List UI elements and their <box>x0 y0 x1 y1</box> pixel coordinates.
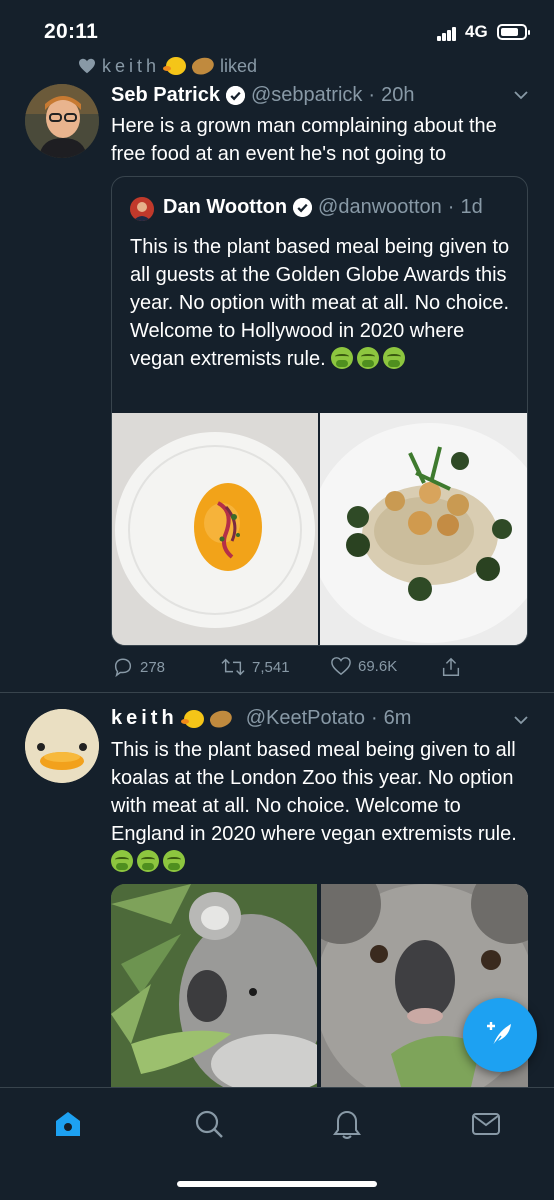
avatar[interactable] <box>25 84 99 158</box>
home-icon <box>56 1112 80 1136</box>
media-image-soup[interactable] <box>112 413 318 645</box>
nauseated-face-emoji-icon <box>331 347 354 369</box>
timestamp[interactable]: 20h <box>381 84 414 107</box>
tab-search[interactable] <box>189 1106 229 1142</box>
share-button[interactable] <box>440 656 462 678</box>
media-image-koala-eating[interactable] <box>111 884 317 1087</box>
timestamp[interactable]: 6m <box>384 707 412 730</box>
verified-badge-icon <box>293 198 313 217</box>
nauseated-face-emoji-icon <box>383 347 406 369</box>
handle[interactable]: @sebpatrick <box>251 84 362 107</box>
like-button[interactable]: 69.6K <box>330 656 397 676</box>
tweet-text-content: This is the plant based meal being given… <box>111 739 517 845</box>
notifications-icon <box>333 1110 361 1139</box>
quoted-tweet[interactable]: Dan Wootton @danwootton · 1d This is the… <box>111 176 528 646</box>
reply-button[interactable]: 278 <box>112 656 165 678</box>
tab-messages[interactable] <box>466 1106 506 1142</box>
share-icon <box>442 657 460 676</box>
avatar-photo <box>25 84 99 158</box>
nauseated-face-emoji-icon <box>137 850 159 872</box>
quote-text: This is the plant based meal being given… <box>130 233 510 373</box>
search-icon <box>195 1110 223 1138</box>
handle[interactable]: @KeetPotato <box>246 707 365 730</box>
tweet-header: keith @KeetPotato · 6m <box>111 707 411 730</box>
separator-dot: · <box>368 84 376 106</box>
messages-icon <box>472 1113 500 1135</box>
heart-outline-icon <box>331 657 351 676</box>
like-count: 69.6K <box>358 657 398 675</box>
quote-avatar <box>130 197 154 221</box>
display-name[interactable]: Seb Patrick <box>111 84 220 107</box>
chevron-down-icon[interactable] <box>514 713 528 727</box>
verified-badge-icon <box>225 86 245 105</box>
reply-count: 278 <box>140 658 166 676</box>
quote-display-name: Dan Wootton <box>163 196 288 218</box>
nauseated-face-emoji-icon <box>111 850 133 872</box>
tweet-text: Here is a grown man complaining about th… <box>111 115 497 165</box>
nauseated-face-emoji-icon <box>163 850 185 872</box>
tweet-header: Seb Patrick @sebpatrick · 20h <box>111 84 414 107</box>
quote-text-content: This is the plant based meal being given… <box>130 236 510 370</box>
potato-emoji-icon <box>207 707 234 730</box>
media-image-risotto[interactable] <box>320 413 527 645</box>
quote-handle: @danwootton <box>318 196 442 218</box>
tweet-seb-patrick[interactable]: Seb Patrick @sebpatrick · 20h Here is a … <box>0 0 554 692</box>
retweet-button[interactable]: 7,541 <box>220 656 290 678</box>
home-indicator[interactable] <box>177 1181 377 1187</box>
display-name[interactable]: keith <box>111 707 178 730</box>
tab-notifications[interactable] <box>327 1106 367 1142</box>
duck-emoji-icon <box>180 709 204 728</box>
tweet-text: This is the plant based meal being given… <box>111 736 536 876</box>
avatar[interactable] <box>25 709 99 783</box>
separator-dot: · <box>447 196 455 218</box>
separator-dot: · <box>370 707 378 729</box>
compose-tweet-button[interactable] <box>463 998 537 1072</box>
tab-home[interactable] <box>48 1106 88 1142</box>
chevron-down-icon[interactable] <box>514 88 528 102</box>
compose-tweet-icon <box>487 1022 511 1047</box>
nauseated-face-emoji-icon <box>357 347 380 369</box>
tweet-actions: 278 7,541 69.6K <box>112 656 472 682</box>
quote-timestamp: 1d <box>460 196 483 218</box>
avatar-duck <box>25 709 99 783</box>
quote-header: Dan Wootton @danwootton · 1d <box>163 196 483 219</box>
retweet-icon <box>221 658 245 676</box>
retweet-count: 7,541 <box>252 658 290 676</box>
reply-icon <box>114 658 132 678</box>
